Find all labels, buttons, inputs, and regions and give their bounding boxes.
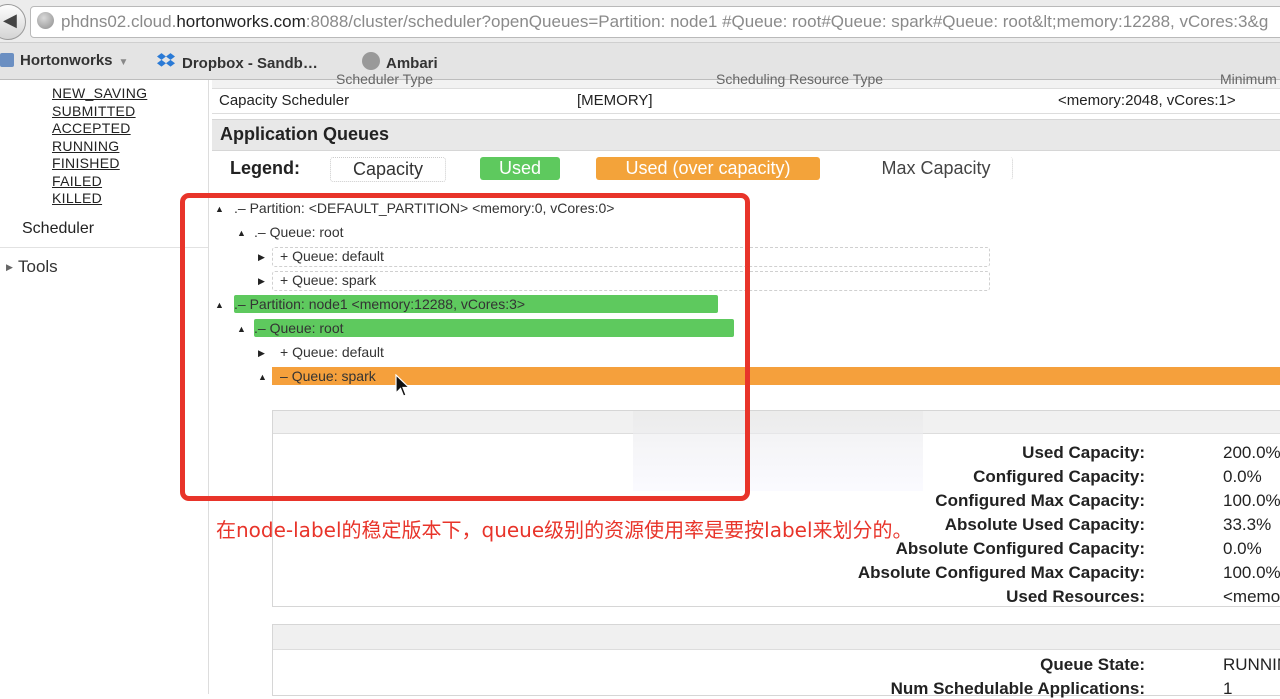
dropbox-icon xyxy=(157,53,175,67)
detail-value: 100.0% xyxy=(1223,563,1280,582)
resource-type-value: [MEMORY] xyxy=(577,92,653,109)
detail-value: 200.0% xyxy=(1223,443,1280,462)
col-resource-type: Scheduling Resource Type xyxy=(716,71,884,87)
nav-state-failed[interactable]: FAILED xyxy=(52,173,102,189)
scheduler-type-value: Capacity Scheduler xyxy=(219,92,350,109)
detail-value: <memory:40 xyxy=(1223,587,1280,606)
nav-state-submitted[interactable]: SUBMITTED xyxy=(52,103,136,119)
application-queues-title: Application Queues xyxy=(220,124,390,144)
detail-label: Absolute Configured Max Capacity: xyxy=(857,563,1145,582)
chevron-right-icon[interactable]: ▶ xyxy=(6,262,13,273)
folder-icon xyxy=(0,53,14,67)
bookmark-ambari[interactable]: Ambari xyxy=(362,52,438,72)
legend-used: Used xyxy=(480,157,560,180)
scheduler-table-row: Capacity Scheduler [MEMORY] <memory:2048… xyxy=(212,89,1280,114)
browser-toolbar: ◀ phdns02.cloud.hortonworks.com:8088/clu… xyxy=(0,0,1280,43)
legend-over-capacity: Used (over capacity) xyxy=(596,157,820,180)
detail-label: Num Schedulable Applications: xyxy=(890,679,1145,698)
detail-label: Absolute Used Capacity: xyxy=(944,515,1145,534)
detail-value: 0.0% xyxy=(1223,467,1262,486)
left-nav: NEW_SAVING SUBMITTED ACCEPTED RUNNING FI… xyxy=(0,80,209,694)
detail-value: 1 xyxy=(1223,679,1233,698)
detail-label: Used Capacity: xyxy=(1022,443,1145,462)
bookmark-hortonworks[interactable]: Hortonworks ▼ xyxy=(0,52,128,69)
legend-capacity: Capacity xyxy=(330,157,446,182)
back-button[interactable]: ◀ xyxy=(0,4,26,40)
url-text: phdns02.cloud.hortonworks.com:8088/clust… xyxy=(61,12,1269,31)
nav-state-accepted[interactable]: ACCEPTED xyxy=(52,120,131,136)
col-scheduler-type: Scheduler Type xyxy=(336,71,434,87)
detail-value: 33.3% xyxy=(1223,515,1272,534)
detail-value: 100.0% xyxy=(1223,491,1280,510)
address-bar[interactable]: phdns02.cloud.hortonworks.com:8088/clust… xyxy=(30,6,1280,38)
scheduler-table-header: Scheduler Type Scheduling Resource Type … xyxy=(212,71,1280,89)
detail-label: Configured Capacity: xyxy=(973,467,1145,486)
annotation-text: 在node-label的稳定版本下，queue级别的资源使用率是要按label来… xyxy=(216,518,913,542)
nav-tools[interactable]: Tools xyxy=(18,257,58,277)
col-minimum: Minimum xyxy=(1220,71,1277,87)
nav-state-running[interactable]: RUNNING xyxy=(52,138,119,154)
back-arrow-icon: ◀ xyxy=(3,10,17,30)
detail-value: 0.0% xyxy=(1223,539,1262,558)
bookmark-dropbox[interactable]: Dropbox - Sandb… xyxy=(156,52,318,72)
queue-state-panel: Queue State: RUNNING Num Schedulable App… xyxy=(272,624,1280,698)
bookmarks-bar: Hortonworks ▼ Dropbox - Sandb… Ambari xyxy=(0,43,1280,80)
legend-label: Legend: xyxy=(230,158,300,178)
annotation-highlight-box xyxy=(180,193,750,501)
mouse-cursor-icon xyxy=(395,374,411,397)
detail-label: Configured Max Capacity: xyxy=(935,491,1145,510)
detail-label: Queue State: xyxy=(1040,655,1145,674)
ambari-icon xyxy=(362,52,380,70)
nav-state-new-saving[interactable]: NEW_SAVING xyxy=(52,85,147,101)
detail-label: Absolute Configured Capacity: xyxy=(895,539,1145,558)
chevron-down-icon: ▼ xyxy=(118,57,129,68)
panel-header xyxy=(273,625,1280,650)
nav-divider xyxy=(0,247,208,248)
nav-scheduler[interactable]: Scheduler xyxy=(22,220,94,238)
nav-state-killed[interactable]: KILLED xyxy=(52,190,102,206)
minimum-value: <memory:2048, vCores:1> xyxy=(1058,92,1236,109)
globe-icon xyxy=(37,12,54,29)
detail-value: RUNNING xyxy=(1223,655,1280,674)
detail-label: Used Resources: xyxy=(1006,587,1145,606)
nav-state-finished[interactable]: FINISHED xyxy=(52,155,120,171)
application-queues-header: Application Queues xyxy=(212,119,1280,151)
legend-max-capacity: Max Capacity xyxy=(860,157,1013,180)
